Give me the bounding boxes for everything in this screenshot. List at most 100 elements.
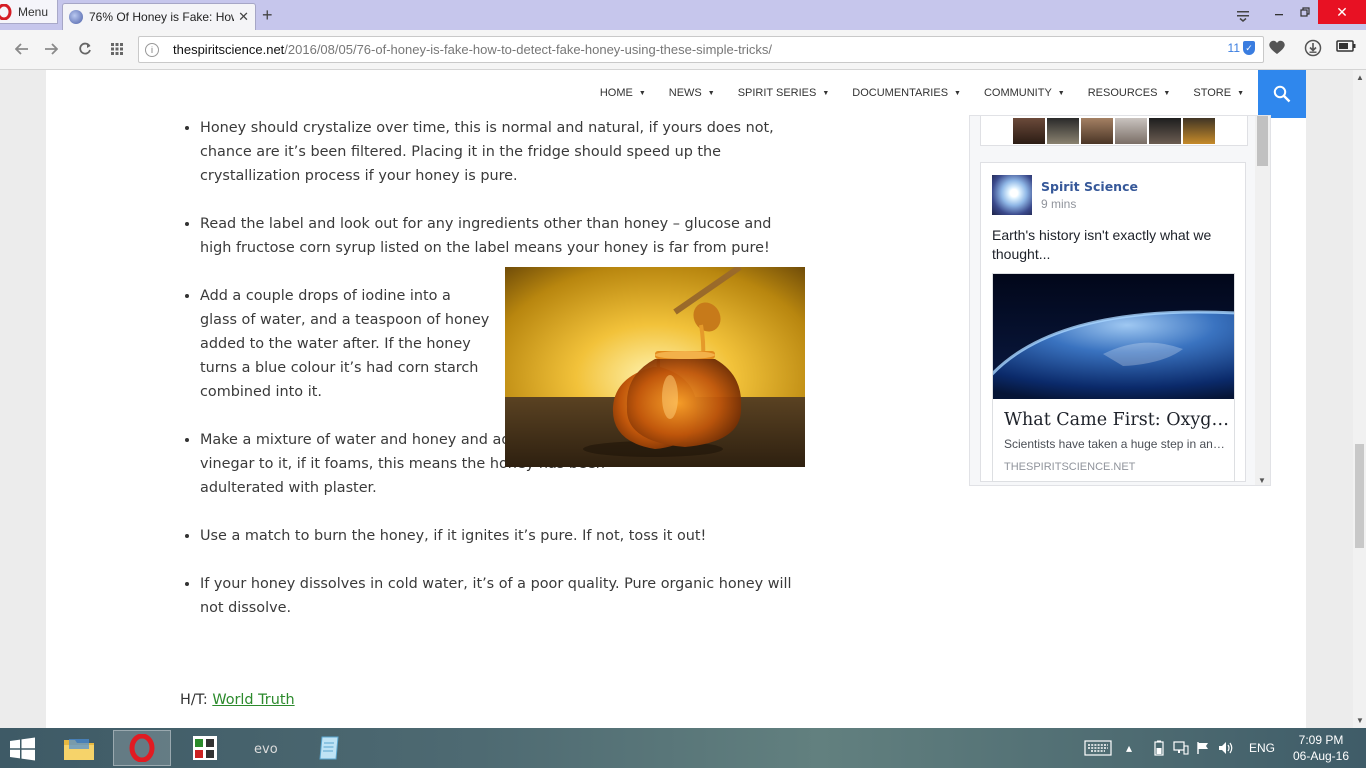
download-icon[interactable] [1304,39,1322,61]
site-favicon-icon [69,10,83,24]
nav-item-resources[interactable]: RESOURCES ▼ [1088,87,1171,99]
forward-arrow-icon[interactable] [41,39,61,59]
heart-bookmark-icon[interactable] [1268,39,1286,59]
caret-down-icon: ▼ [1057,89,1065,97]
list-item: Honey should crystalize over time, this … [200,116,800,188]
world-truth-link[interactable]: World Truth [212,692,294,708]
show-hidden-icons-icon[interactable]: ▴ [1126,728,1132,768]
page-viewport: HOME ▼ NEWS ▼ SPIRIT SERIES ▼ DOCUMENTARIES… [0,70,1353,728]
action-center-flag-icon[interactable] [1196,728,1210,768]
caret-down-icon: ▼ [707,89,715,97]
widget-scrollbar[interactable]: ▼ [1255,116,1270,485]
follower-avatar[interactable] [1183,118,1215,144]
link-description: Scientists have taken a huge step in ans… [1004,437,1230,451]
follower-avatar[interactable] [1013,118,1045,144]
tab-close-icon[interactable]: ✕ [238,9,249,25]
caret-down-icon: ▼ [1237,89,1244,97]
url-host: thespiritscience.net [173,42,285,57]
close-window-icon[interactable]: ✕ [1318,0,1366,24]
list-item: Read the label and look out for any ingr… [200,212,800,260]
fb-page-name[interactable]: Spirit Science [1041,179,1138,194]
notepad-app-icon[interactable] [300,730,358,766]
tab-menu-icon[interactable] [1230,4,1256,28]
speed-dial-grid-icon[interactable] [107,39,127,59]
follower-avatar[interactable] [1047,118,1079,144]
nav-label: SPIRIT SERIES [737,87,817,99]
address-toolbar: i thespiritscience.net/2016/08/05/76-of-… [0,30,1366,70]
nav-item-home[interactable]: HOME ▼ [600,87,646,99]
hat-tip-prefix: H/T: [180,692,213,708]
volume-icon[interactable] [1218,728,1234,768]
shield-icon: ✓ [1243,41,1255,55]
honey-jar-image [505,267,805,467]
site-info-icon[interactable]: i [145,42,159,57]
browser-tab-bar: Menu 76% Of Honey is Fake: How to Detect… [0,0,1366,30]
svg-text:evo: evo [254,742,278,757]
url-path: /2016/08/05/76-of-honey-is-fake-how-to-d… [284,42,773,57]
nav-label: NEWS [668,87,702,99]
page-avatar[interactable] [992,175,1032,215]
nav-label: STORE [1193,87,1232,99]
page-scrollbar[interactable]: ▲ ▼ [1353,70,1366,728]
system-clock[interactable]: 7:09 PM 06-Aug-16 [1284,732,1358,764]
caret-down-icon: ▼ [1163,89,1171,97]
caret-down-icon: ▼ [638,89,646,97]
back-arrow-icon[interactable] [12,39,32,59]
nav-label: COMMUNITY [983,87,1052,99]
fb-post-card: Spirit Science 9 mins Earth's history is… [980,162,1246,482]
earth-from-space-image [993,274,1234,399]
tab-title: 76% Of Honey is Fake: How to Detect Fake… [89,10,234,24]
menu-label: Menu [18,4,49,19]
caret-down-icon: ▼ [822,89,830,97]
battery-icon[interactable] [1154,728,1164,768]
windows-taskbar: evo ▴ ENG 7:09 PM 06-Aug-16 [0,728,1366,768]
follower-avatar[interactable] [1149,118,1181,144]
scroll-down-arrow-icon[interactable]: ▼ [1356,716,1364,725]
nav-label: RESOURCES [1087,87,1158,99]
nav-item-spirit-series[interactable]: SPIRIT SERIES ▼ [738,87,830,99]
nav-item-documentaries[interactable]: DOCUMENTARIES ▼ [852,87,961,99]
post-timestamp[interactable]: 9 mins [1041,197,1076,211]
list-item: If your honey dissolves in cold water, i… [200,572,800,620]
site-navigation: HOME ▼ NEWS ▼ SPIRIT SERIES ▼ DOCUMENTARIES… [46,70,1306,118]
follower-avatar[interactable] [1081,118,1113,144]
hat-tip-line: H/T: World Truth [180,692,295,708]
nav-label: DOCUMENTARIES [852,87,949,99]
file-explorer-icon[interactable] [50,730,108,766]
minimize-icon[interactable] [1266,0,1292,24]
reload-icon[interactable] [75,39,95,59]
post-text: Earth's history isn't exactly what we th… [992,227,1212,262]
link-title: What Came First: Oxygen or Life? [1004,410,1230,430]
opera-menu-button[interactable]: Menu [0,0,58,24]
nav-item-store[interactable]: STORE ▼ [1193,87,1244,99]
nav-item-community[interactable]: COMMUNITY ▼ [984,87,1065,99]
ad-block-indicator[interactable]: 11 ✓ [1228,41,1255,55]
search-button[interactable] [1258,70,1306,118]
browser-tab[interactable]: 76% Of Honey is Fake: How to Detect Fake… [62,3,256,30]
scroll-up-arrow-icon[interactable]: ▲ [1356,73,1364,82]
battery-saver-icon[interactable] [1336,39,1356,57]
widget-scrollbar-thumb[interactable] [1257,116,1268,166]
follower-avatar[interactable] [1115,118,1147,144]
search-icon [1273,85,1291,103]
touch-keyboard-icon[interactable] [1084,728,1112,768]
clock-time: 7:09 PM [1298,733,1344,747]
link-preview-card[interactable]: What Came First: Oxygen or Life? Scienti… [992,273,1235,482]
page-scrollbar-thumb[interactable] [1355,444,1364,548]
language-indicator[interactable]: ENG [1249,728,1275,768]
opera-logo-icon [0,3,12,20]
evo-app-icon[interactable]: evo [238,730,296,766]
address-input[interactable]: i thespiritscience.net/2016/08/05/76-of-… [138,36,1264,63]
new-tab-plus-icon[interactable]: + [262,6,273,24]
scroll-down-arrow-icon[interactable]: ▼ [1258,476,1266,485]
opera-taskbar-icon[interactable] [113,730,171,766]
restore-icon[interactable] [1292,0,1318,24]
link-domain: THESPIRITSCIENCE.NET [1004,461,1136,473]
list-item: Use a match to burn the honey, if it ign… [200,524,800,548]
network-icon[interactable] [1173,728,1189,768]
facebook-page-widget: Spirit Science 9 mins Earth's history is… [969,115,1271,486]
windows-start-icon[interactable] [8,737,38,761]
fb-followers-faces [980,116,1248,146]
mahjong-app-icon[interactable] [176,730,234,766]
nav-item-news[interactable]: NEWS ▼ [669,87,715,99]
